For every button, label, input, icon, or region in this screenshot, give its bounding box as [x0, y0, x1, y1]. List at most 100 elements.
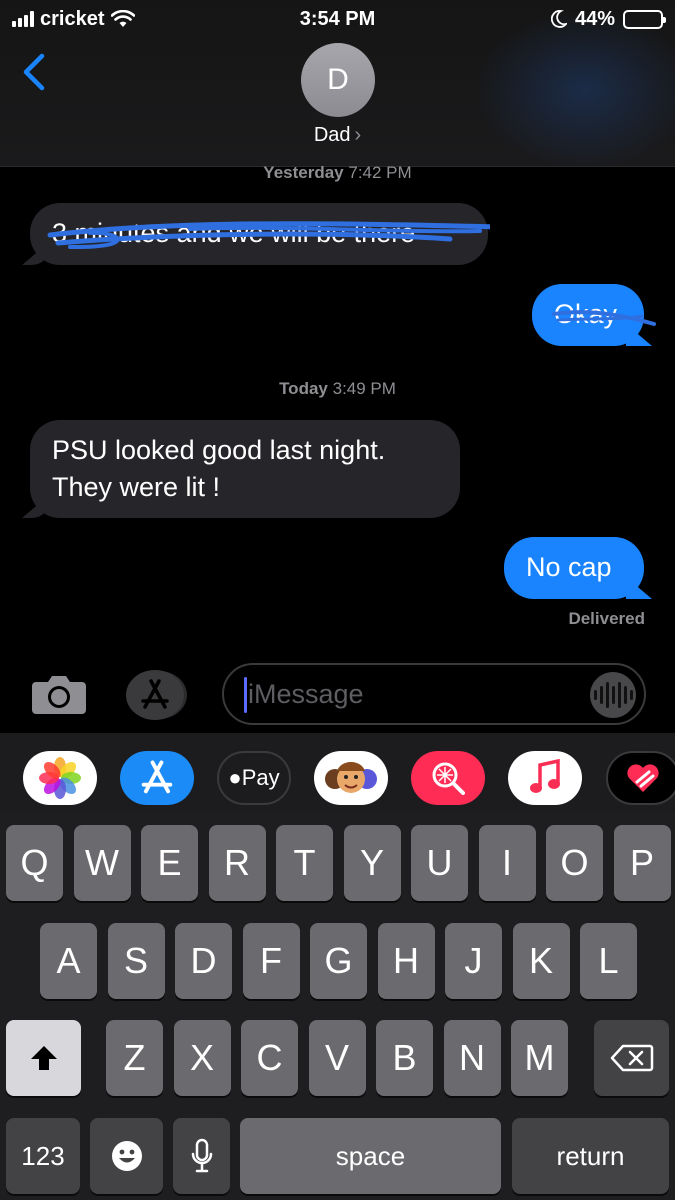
contact-avatar[interactable]: D	[301, 43, 375, 117]
moon-icon	[550, 10, 567, 28]
key-n[interactable]: N	[443, 1020, 501, 1096]
app-store-app-button[interactable]	[120, 751, 194, 805]
key-r[interactable]: R	[208, 825, 266, 901]
key-j[interactable]: J	[445, 923, 502, 999]
contact-name: Dad	[313, 124, 351, 146]
key-label: B	[392, 1037, 417, 1078]
key-s[interactable]: S	[107, 923, 165, 999]
key-x[interactable]: X	[173, 1020, 231, 1096]
search-images-icon	[432, 762, 465, 795]
key-y[interactable]: Y	[343, 825, 401, 901]
key-label: N	[459, 1037, 485, 1078]
message-bubble-received[interactable]: 3 minutes and we will be there	[30, 203, 490, 265]
key-label: I	[501, 842, 512, 883]
key-label: F	[260, 940, 282, 981]
microphone-icon	[191, 1138, 212, 1173]
key-label: G	[324, 940, 353, 981]
emoji-key[interactable]	[90, 1118, 163, 1194]
camera-icon	[32, 676, 86, 714]
key-w[interactable]: W	[73, 825, 131, 901]
key-label: X	[189, 1037, 214, 1078]
key-label: R	[224, 842, 250, 883]
shift-arrow-icon	[30, 1046, 57, 1070]
timestamp-today: Today 3:49 PM	[279, 379, 396, 398]
key-label: J	[464, 940, 483, 981]
battery-percent: 44%	[574, 8, 615, 30]
photos-app-button[interactable]	[23, 751, 97, 805]
key-label: Q	[20, 842, 49, 883]
message-placeholder: iMessage	[248, 679, 364, 709]
key-label: E	[157, 842, 182, 883]
key-label: O	[560, 842, 589, 883]
photos-icon	[39, 757, 81, 799]
message-bubble-received[interactable]: PSU looked good last night. They were li…	[30, 420, 460, 518]
app-store-icon	[141, 679, 169, 709]
message-text: PSU looked good last night. They were li…	[52, 435, 386, 502]
memoji-button[interactable]	[314, 751, 388, 805]
key-p[interactable]: P	[613, 825, 671, 901]
status-right: 44%	[550, 6, 666, 32]
key-label: D	[190, 940, 217, 981]
key-o[interactable]: O	[546, 825, 603, 901]
key-label: L	[598, 940, 619, 981]
key-label: M	[524, 1037, 555, 1078]
app-store-button[interactable]	[126, 670, 184, 720]
key-l[interactable]: L	[580, 923, 637, 999]
key-label: K	[528, 940, 553, 981]
conversation-header: cricket 3:54 PM 44% D Dad ›	[0, 0, 675, 167]
key-t[interactable]: T	[276, 825, 333, 901]
battery-icon	[623, 9, 666, 29]
numbers-key[interactable]: 123	[6, 1118, 80, 1194]
shift-key[interactable]	[6, 1020, 81, 1096]
music-icon	[530, 759, 560, 793]
backspace-icon	[610, 1044, 653, 1072]
key-label: Y	[359, 842, 384, 883]
return-key[interactable]: return	[512, 1118, 669, 1194]
app-store-icon	[141, 760, 173, 794]
key-label: C	[256, 1037, 283, 1078]
key-d[interactable]: D	[175, 923, 232, 999]
message-bubble-sent[interactable]: No cap	[504, 537, 644, 599]
digital-touch-button[interactable]	[606, 751, 675, 805]
chevron-right-icon: ›	[354, 124, 362, 146]
emoji-icon	[111, 1141, 142, 1171]
apple-pay-button[interactable]: ● Pay	[217, 751, 291, 805]
delete-key[interactable]	[594, 1020, 669, 1096]
contact-name-button[interactable]: Dad ›	[0, 124, 675, 147]
message-text: No cap	[526, 552, 612, 582]
key-a[interactable]: A	[40, 923, 97, 999]
back-chevron-icon[interactable]	[16, 48, 56, 96]
digital-touch-icon	[627, 764, 659, 792]
music-app-button[interactable]	[508, 751, 582, 805]
key-b[interactable]: B	[376, 1020, 433, 1096]
text-cursor	[244, 677, 247, 713]
message-bubble-sent[interactable]: Okay	[532, 284, 656, 346]
key-u[interactable]: U	[411, 825, 468, 901]
key-v[interactable]: V	[308, 1020, 366, 1096]
scribble-overlay	[47, 221, 490, 250]
app-drawer: ● Pay	[0, 733, 675, 813]
key-c[interactable]: C	[241, 1020, 298, 1096]
key-i[interactable]: I	[478, 825, 536, 901]
key-e[interactable]: E	[141, 825, 198, 901]
key-g[interactable]: G	[310, 923, 367, 999]
key-label: U	[426, 842, 453, 883]
key-label: S	[123, 940, 148, 981]
camera-button[interactable]	[30, 670, 88, 718]
audio-message-button[interactable]	[590, 672, 636, 718]
scribble-overlay	[552, 310, 656, 326]
key-h[interactable]: H	[377, 923, 435, 999]
memoji-icon	[325, 762, 377, 793]
key-label: Z	[123, 1037, 146, 1078]
dictation-key[interactable]	[173, 1118, 230, 1194]
image-search-button[interactable]	[411, 751, 485, 805]
key-f[interactable]: F	[242, 923, 300, 999]
space-key[interactable]: space	[240, 1118, 501, 1194]
key-q[interactable]: Q	[6, 825, 63, 901]
message-input[interactable]: iMessage	[222, 663, 646, 725]
key-k[interactable]: K	[512, 923, 570, 999]
keyboard: QWE R T Y U I OP A S D F GH J K L Z X CV B NM 123 space r…	[0, 813, 675, 1200]
key-m[interactable]: M	[511, 1020, 568, 1096]
key-z[interactable]: Z	[106, 1020, 163, 1096]
apple-pay-label: Pay	[241, 765, 280, 790]
